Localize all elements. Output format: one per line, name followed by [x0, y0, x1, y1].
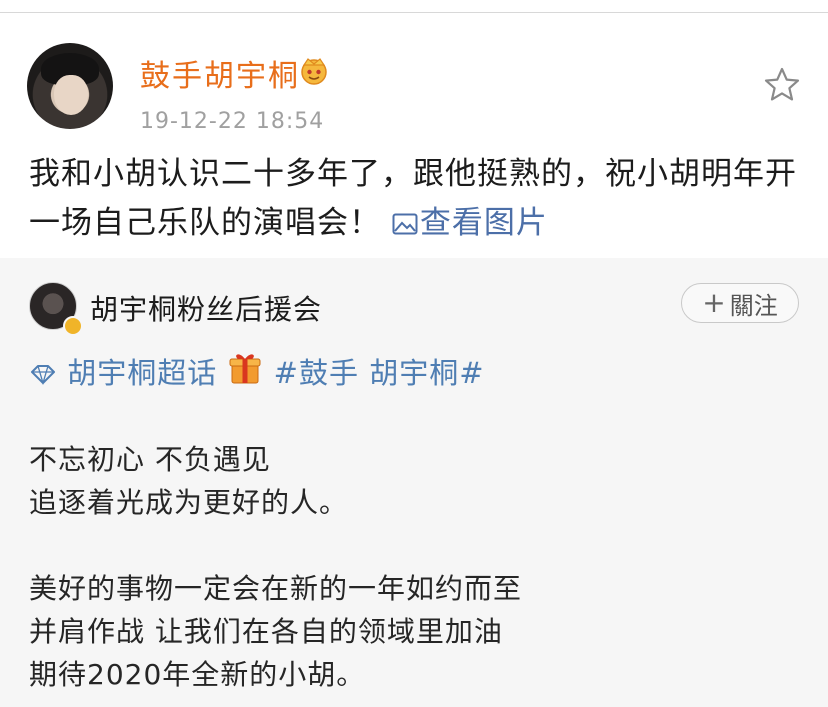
follow-label: 關注	[729, 291, 778, 320]
original-post: 鼓手胡宇桐 19-12-22 18:54 我和小胡认识二十多年了，跟他挺熟的，祝…	[0, 13, 828, 257]
post-username[interactable]: 鼓手胡宇桐	[140, 51, 300, 95]
reposted-post: 胡宇桐粉丝后援会 + 關注 胡宇桐超话 #鼓手 胡宇桐# 不忘初心 不负遇见 追…	[0, 258, 828, 707]
view-images-label[interactable]: 查看图片	[420, 205, 548, 241]
repost-username[interactable]: 胡宇桐粉丝后援会	[90, 288, 322, 328]
topic-tags: 胡宇桐超话 #鼓手 胡宇桐#	[29, 350, 485, 392]
gift-icon	[229, 354, 261, 384]
repost-body: 不忘初心 不负遇见 追逐着光成为更好的人。 美好的事物一定会在新的一年如约而至 …	[29, 438, 809, 696]
top-divider	[0, 0, 828, 13]
avatar-face	[54, 75, 88, 115]
supertopic-link[interactable]: 胡宇桐超话	[67, 356, 217, 390]
post-timestamp: 19-12-22 18:54	[140, 109, 325, 134]
star-icon[interactable]	[762, 65, 802, 105]
follow-button[interactable]: + 關注	[681, 283, 799, 323]
plus-icon: +	[702, 286, 726, 319]
avatar[interactable]	[27, 43, 113, 129]
repost-line: 追逐着光成为更好的人。	[29, 486, 349, 519]
crown-icon	[301, 58, 327, 85]
repost-line: 期待2020年全新的小胡。	[29, 658, 366, 691]
post-text: 我和小胡认识二十多年了，跟他挺熟的，祝小胡明年开一场自己乐队的演唱会！ 查看图片	[29, 150, 819, 248]
image-icon	[392, 213, 418, 235]
verified-badge-icon	[63, 316, 83, 336]
repost-line: 美好的事物一定会在新的一年如约而至	[29, 572, 523, 605]
repost-line: 不忘初心 不负遇见	[29, 443, 271, 476]
view-images-link[interactable]: 查看图片	[392, 205, 548, 241]
hashtag-link[interactable]: #鼓手 胡宇桐#	[274, 356, 485, 390]
repost-line: 并肩作战 让我们在各自的领域里加油	[29, 615, 503, 648]
diamond-icon	[31, 365, 55, 386]
